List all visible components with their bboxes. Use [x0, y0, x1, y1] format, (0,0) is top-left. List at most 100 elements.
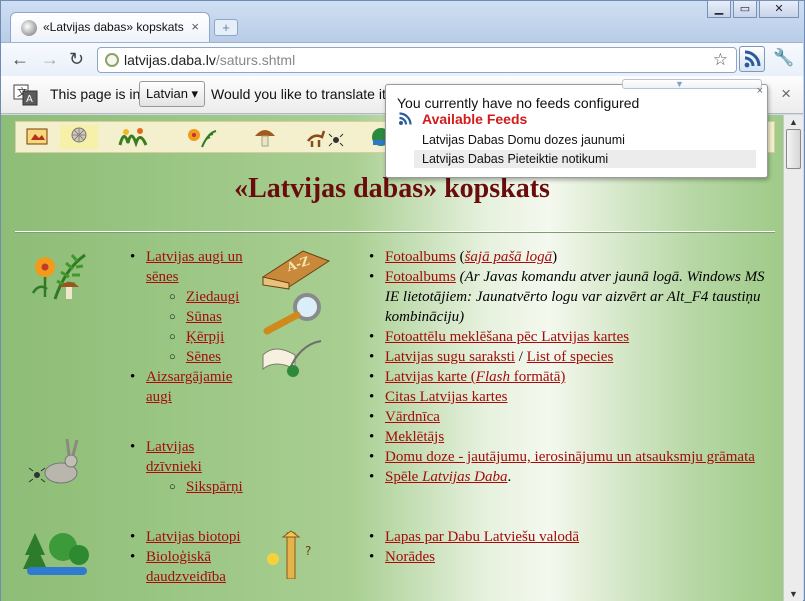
- list-item: Sikspārņi: [168, 477, 253, 497]
- tab-title: «Latvijas dabas» kopskats: [43, 20, 184, 34]
- feed-item[interactable]: Latvijas Dabas Domu dozes jaunumi: [414, 131, 756, 149]
- same-window-link[interactable]: šajā pašā logā: [465, 249, 553, 265]
- game-link[interactable]: Spēle Latvijas Daba: [385, 469, 508, 485]
- photo-album-link[interactable]: Fotoalbums: [385, 249, 456, 265]
- guestbook-link[interactable]: Domu doze - jautājumu, ierosinājumu un a…: [385, 449, 755, 465]
- paren-open: (: [455, 249, 465, 265]
- minimize-button[interactable]: ▁: [707, 0, 731, 18]
- magnifier-icon: [263, 293, 321, 335]
- list-item: Domu doze - jautājumu, ierosinājumu un a…: [367, 447, 772, 467]
- game-dot: .: [507, 469, 512, 485]
- separator: /: [514, 349, 527, 365]
- latvia-map-link[interactable]: Latvijas karte (Flash formātā): [385, 369, 565, 385]
- page-info-icon[interactable]: [105, 53, 119, 67]
- svg-text:A: A: [26, 94, 33, 105]
- back-button[interactable]: ←: [11, 49, 29, 69]
- list-item: Aizsargājamie augi: [128, 367, 253, 407]
- lichens-link[interactable]: Ķērpji: [186, 329, 224, 345]
- list-of-species-link[interactable]: List of species: [527, 349, 614, 365]
- list-item: Bioloģiskā daudzveidība: [128, 547, 253, 587]
- popup-close-icon[interactable]: ×: [757, 85, 763, 97]
- list-item: Ziedaugi: [168, 287, 253, 307]
- vertical-scrollbar[interactable]: ▲ ▼: [783, 115, 803, 601]
- feed-item[interactable]: Latvijas Dabas Pieteiktie notikumi: [414, 150, 756, 168]
- list-item: Latvijas sugu saraksti / List of species: [367, 347, 772, 367]
- species-lists-link[interactable]: Latvijas sugu saraksti: [385, 349, 515, 365]
- notes-link[interactable]: Norādes: [385, 549, 435, 565]
- address-bar[interactable]: latvijas.daba.lv/saturs.shtml ☆: [97, 47, 737, 73]
- list-item: Ķērpji: [168, 327, 253, 347]
- list-item: Fotoalbums (Ar Javas komandu atver jaunā…: [367, 267, 772, 327]
- translate-icon: 文 A: [13, 84, 38, 106]
- animals-sublist: Sikspārņi: [146, 477, 253, 497]
- shell-icon[interactable]: [60, 125, 98, 149]
- list-item: Latvijas augi un sēnes Ziedaugi Sūnas Ķē…: [128, 247, 253, 367]
- tab-close-icon[interactable]: ×: [191, 19, 199, 34]
- bats-link[interactable]: Sikspārņi: [186, 479, 243, 495]
- url-host: latvijas.daba.lv: [124, 52, 216, 68]
- mushroom-icon[interactable]: [250, 125, 280, 149]
- plants-sublist: Ziedaugi Sūnas Ķērpji Sēnes: [146, 287, 253, 367]
- available-feeds-heading: Available Feeds: [422, 111, 528, 127]
- rss-icon: [399, 112, 412, 125]
- scroll-down-arrow-icon[interactable]: ▼: [789, 589, 798, 599]
- game-text-pre: Spēle: [385, 469, 423, 485]
- page-content: «Latvijas dabas» kopskats A-Z ? • Latvij…: [1, 115, 783, 601]
- list-item: Latvijas karte (Flash formātā): [367, 367, 772, 387]
- protected-plants-link[interactable]: Aizsargājamie augi: [146, 369, 232, 405]
- deer-insect-icon[interactable]: [302, 125, 346, 149]
- close-window-button[interactable]: ✕: [759, 0, 799, 18]
- flower-icon[interactable]: [182, 125, 222, 149]
- az-book-icon: A-Z: [261, 250, 331, 290]
- list-item: Vārdnīca: [367, 407, 772, 427]
- browser-tab[interactable]: «Latvijas dabas» kopskats ×: [10, 12, 210, 42]
- dictionary-link[interactable]: Vārdnīca: [385, 409, 440, 425]
- infobar-close-icon[interactable]: ×: [781, 84, 791, 104]
- svg-text:?: ?: [305, 544, 311, 558]
- flowers-ferns-illustration: [31, 253, 86, 300]
- list-item: Meklētājs: [367, 427, 772, 447]
- list-item: Sēnes: [168, 347, 253, 367]
- infobar-text-after: Would you like to translate it?: [211, 86, 394, 102]
- scroll-quill-icon: [262, 340, 322, 377]
- navigation-toolbar: ← → ↻ latvijas.daba.lv/saturs.shtml ☆ 🔧: [1, 42, 803, 76]
- map-photo-search-link[interactable]: Fotoattēlu meklēšana pēc Latvijas kartes: [385, 329, 629, 345]
- forward-button[interactable]: →: [41, 49, 59, 69]
- title-divider: [15, 231, 775, 233]
- list-item: Lapas par Dabu Latviešu valodā: [367, 527, 772, 547]
- plants-fungi-link[interactable]: Latvijas augi un sēnes: [146, 249, 243, 285]
- wrench-menu-icon[interactable]: 🔧: [773, 48, 794, 68]
- popup-caret-icon: ▼: [675, 79, 684, 89]
- maximize-button[interactable]: ▭: [733, 0, 757, 18]
- fungi-link[interactable]: Sēnes: [186, 349, 221, 365]
- plants-list: Latvijas augi un sēnes Ziedaugi Sūnas Ķē…: [128, 247, 253, 407]
- window-controls: ▁ ▭ ✕: [707, 0, 799, 18]
- search-link[interactable]: Meklētājs: [385, 429, 444, 445]
- rss-icon: [744, 50, 761, 68]
- home-icon[interactable]: [24, 125, 50, 149]
- list-item: Sūnas: [168, 307, 253, 327]
- plants-icon[interactable]: [114, 125, 154, 149]
- animals-link[interactable]: Latvijas dzīvnieki: [146, 439, 202, 475]
- tools-list: Fotoalbums (šajā pašā logā) Fotoalbums (…: [367, 247, 772, 487]
- map-text-pre: Latvijas karte (: [385, 369, 476, 385]
- reload-button[interactable]: ↻: [69, 49, 84, 69]
- biodiversity-link[interactable]: Bioloģiskā daudzveidība: [146, 549, 226, 585]
- game-name: Latvijas Daba: [422, 469, 508, 485]
- scroll-up-arrow-icon[interactable]: ▲: [789, 117, 798, 127]
- language-select[interactable]: Latvian ▾: [139, 81, 206, 107]
- photo-album-java-link[interactable]: Fotoalbums: [385, 269, 456, 285]
- habitats-list: Latvijas biotopi Bioloģiskā daudzveidība: [128, 527, 253, 587]
- other-maps-link[interactable]: Citas Latvijas kartes: [385, 389, 507, 405]
- no-feeds-message: You currently have no feeds configured: [397, 95, 640, 111]
- new-tab-button[interactable]: +: [214, 19, 238, 36]
- site-favicon-icon: [21, 20, 37, 36]
- latvian-pages-link[interactable]: Lapas par Dabu Latviešu valodā: [385, 529, 579, 545]
- flowering-plants-link[interactable]: Ziedaugi: [186, 289, 239, 305]
- scroll-thumb[interactable]: [786, 129, 801, 169]
- mosses-link[interactable]: Sūnas: [186, 309, 222, 325]
- rss-feed-button[interactable]: [739, 46, 765, 72]
- bookmark-star-icon[interactable]: ☆: [713, 50, 728, 70]
- biotopes-link[interactable]: Latvijas biotopi: [146, 529, 241, 545]
- paren-close: ): [552, 249, 558, 265]
